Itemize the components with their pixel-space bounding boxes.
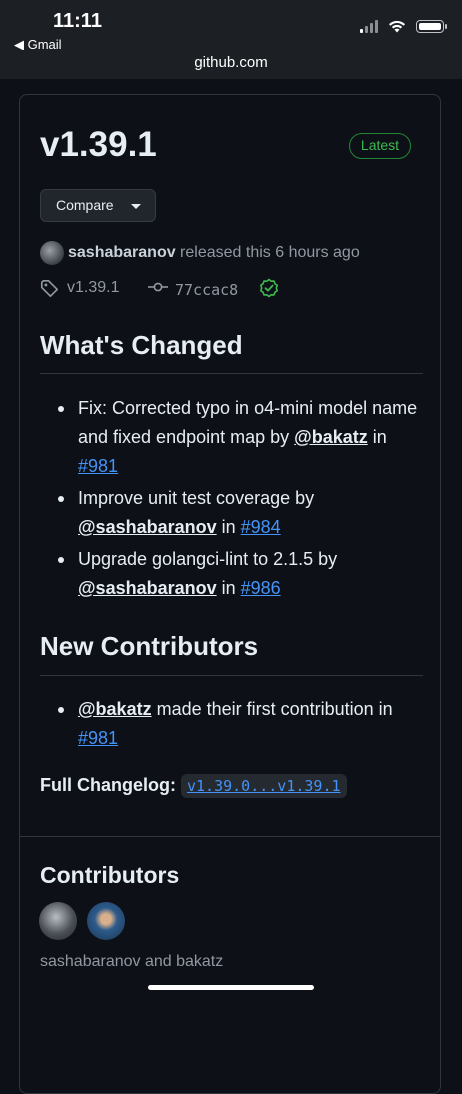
signal-icon	[360, 20, 378, 33]
pr-link[interactable]: #981	[78, 728, 118, 748]
status-bar: 11:11 ◀ Gmail	[0, 0, 462, 52]
status-icons	[360, 20, 447, 33]
commit-icon	[148, 282, 168, 292]
tag-icon	[40, 279, 59, 298]
user-link[interactable]: @sashabaranov	[78, 578, 217, 598]
list-item: Improve unit test coverage by @sashabara…	[40, 484, 430, 542]
commit-sha-link[interactable]: 77ccac8	[175, 281, 238, 299]
release-byline: sashabaranov released this 6 hours ago	[68, 244, 360, 262]
tag-link[interactable]: v1.39.1	[67, 279, 119, 297]
compare-button[interactable]: Compare	[40, 189, 156, 222]
release-version-title[interactable]: v1.39.1	[40, 125, 157, 165]
contributors-names: sashabaranov and bakatz	[40, 953, 224, 970]
user-link[interactable]: @bakatz	[78, 699, 152, 719]
contributor-avatar-bakatz[interactable]	[87, 902, 125, 940]
released-text: released this 6 hours ago	[175, 244, 360, 261]
url-text[interactable]: github.com	[0, 54, 462, 71]
verified-check-icon[interactable]	[259, 278, 279, 298]
user-link[interactable]: @bakatz	[294, 427, 368, 447]
new-contributors-list: @bakatz made their first contribution in…	[40, 695, 430, 756]
home-indicator[interactable]	[148, 985, 314, 990]
author-avatar[interactable]	[40, 241, 64, 265]
author-link[interactable]: sashabaranov	[68, 244, 176, 261]
contributor-avatar-sashabaranov[interactable]	[39, 902, 77, 940]
new-contributors-heading: New Contributors	[40, 631, 259, 661]
contributors-heading: Contributors	[40, 862, 180, 888]
pr-link[interactable]: #981	[78, 456, 118, 476]
list-item: Fix: Corrected typo in o4-mini model nam…	[40, 394, 430, 481]
heading-rule	[40, 373, 423, 374]
pr-link[interactable]: #986	[241, 578, 281, 598]
battery-icon	[416, 20, 447, 33]
list-item: Upgrade golangci-lint to 2.1.5 by @sasha…	[40, 545, 430, 603]
heading-rule	[40, 675, 423, 676]
latest-badge: Latest	[349, 133, 411, 159]
list-item: @bakatz made their first contribution in…	[40, 695, 430, 753]
changes-list: Fix: Corrected typo in o4-mini model nam…	[40, 394, 430, 606]
full-changelog: Full Changelog: v1.39.0...v1.39.1	[40, 774, 347, 798]
section-divider	[20, 836, 440, 837]
browser-url-bar[interactable]: github.com	[0, 50, 462, 79]
tag-commit-row: v1.39.1 77ccac8	[40, 277, 420, 301]
compare-label: Compare	[56, 197, 114, 213]
wifi-icon	[389, 20, 405, 33]
whats-changed-heading: What's Changed	[40, 330, 243, 360]
release-card: v1.39.1 Latest Compare sashabaranov rele…	[19, 94, 441, 1094]
pr-link[interactable]: #984	[241, 517, 281, 537]
changelog-compare-link[interactable]: v1.39.0...v1.39.1	[181, 774, 347, 798]
user-link[interactable]: @sashabaranov	[78, 517, 217, 537]
full-changelog-label: Full Changelog	[40, 775, 170, 795]
clock: 11:11	[53, 10, 102, 32]
caret-down-icon	[131, 204, 141, 209]
